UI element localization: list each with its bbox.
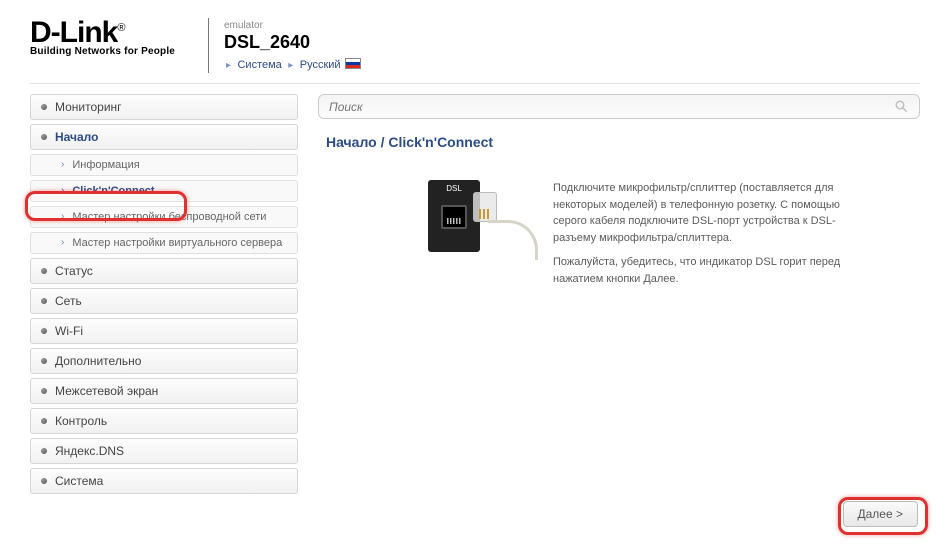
chevron-right-icon: › (61, 186, 64, 196)
logo-text: D-Link (30, 16, 117, 49)
main-panel: Начало / Click'n'Connect DSL Подключите … (318, 94, 920, 498)
sidebar-sub-label: Мастер настройки беспроводной сети (72, 211, 266, 223)
rj11-plug-icon (473, 192, 497, 222)
bullet-icon (41, 268, 47, 274)
sidebar-item-label: Система (55, 474, 103, 488)
sidebar-item-label: Яндекс.DNS (55, 444, 124, 458)
bullet-icon (41, 388, 47, 394)
sidebar-item-monitoring[interactable]: Мониторинг (30, 94, 298, 120)
sidebar-item-network[interactable]: Сеть (30, 288, 298, 314)
header: D-Link® Building Networks for People emu… (30, 18, 920, 73)
model-block: emulator DSL_2640 ▸ Система ▸ Русский (208, 18, 361, 73)
registered-mark: ® (117, 22, 124, 34)
bullet-icon (41, 448, 47, 454)
bullet-icon (41, 104, 47, 110)
sidebar-sub-clicknconnect[interactable]: › Click'n'Connect (30, 180, 298, 202)
emulator-label: emulator (224, 20, 361, 31)
sidebar-item-label: Контроль (55, 414, 107, 428)
bullet-icon (41, 418, 47, 424)
sidebar-item-label: Межсетевой экран (55, 384, 158, 398)
search-bar (318, 94, 920, 119)
sidebar: Мониторинг Начало › Информация › Click'n'C… (30, 94, 298, 498)
sidebar-item-label: Начало (55, 130, 98, 144)
dsl-illustration: DSL (428, 180, 528, 260)
sidebar-item-label: Мониторинг (55, 100, 122, 114)
sidebar-item-wifi[interactable]: Wi-Fi (30, 318, 298, 344)
cable-icon (488, 220, 538, 260)
search-icon[interactable] (894, 99, 909, 114)
sidebar-item-yandexdns[interactable]: Яндекс.DNS (30, 438, 298, 464)
chevron-right-icon: › (61, 160, 64, 170)
sidebar-item-label: Дополнительно (55, 354, 141, 368)
header-crumbs: ▸ Система ▸ Русский (224, 55, 361, 73)
sidebar-item-status[interactable]: Статус (30, 258, 298, 284)
flag-ru-icon (345, 58, 361, 69)
sidebar-item-control[interactable]: Контроль (30, 408, 298, 434)
logo: D-Link® Building Networks for People (30, 18, 190, 57)
bullet-icon (41, 478, 47, 484)
step-paragraph-1: Подключите микрофильтр/сплиттер (поставл… (553, 180, 873, 246)
sidebar-sub-information[interactable]: › Информация (30, 154, 298, 176)
bullet-icon (41, 328, 47, 334)
step-text: Подключите микрофильтр/сплиттер (поставл… (553, 180, 873, 295)
step-paragraph-2: Пожалуйста, убедитесь, что индикатор DSL… (553, 254, 873, 287)
breadcrumb: Начало / Click'n'Connect (326, 134, 920, 150)
chevron-right-icon: ▸ (288, 60, 293, 71)
sidebar-sub-label: Click'n'Connect (72, 185, 154, 197)
sidebar-sub-wireless-wizard[interactable]: › Мастер настройки беспроводной сети (30, 206, 298, 228)
wizard-step: DSL Подключите микрофильтр/сплиттер (пос… (428, 180, 890, 295)
sidebar-item-start[interactable]: Начало (30, 124, 298, 150)
search-input[interactable] (329, 100, 894, 114)
sidebar-sub-label: Мастер настройки виртуального сервера (72, 237, 282, 249)
crumb-system[interactable]: Система (237, 59, 281, 71)
sidebar-item-system[interactable]: Система (30, 468, 298, 494)
chevron-right-icon: › (61, 212, 64, 222)
crumb-language[interactable]: Русский (300, 59, 341, 71)
sidebar-item-advanced[interactable]: Дополнительно (30, 348, 298, 374)
sidebar-item-label: Wi-Fi (55, 324, 83, 338)
sidebar-item-label: Статус (55, 264, 93, 278)
model-name: DSL_2640 (224, 32, 361, 53)
dsl-port-label: DSL (428, 180, 480, 193)
sidebar-sub-label: Информация (72, 159, 139, 171)
bullet-icon (41, 358, 47, 364)
sidebar-sub-vserver-wizard[interactable]: › Мастер настройки виртуального сервера (30, 232, 298, 254)
sidebar-item-firewall[interactable]: Межсетевой экран (30, 378, 298, 404)
chevron-right-icon: ▸ (226, 60, 231, 71)
bullet-icon (41, 134, 47, 140)
next-button[interactable]: Далее > (843, 501, 919, 527)
bullet-icon (41, 298, 47, 304)
sidebar-item-label: Сеть (55, 294, 82, 308)
chevron-right-icon: › (61, 238, 64, 248)
